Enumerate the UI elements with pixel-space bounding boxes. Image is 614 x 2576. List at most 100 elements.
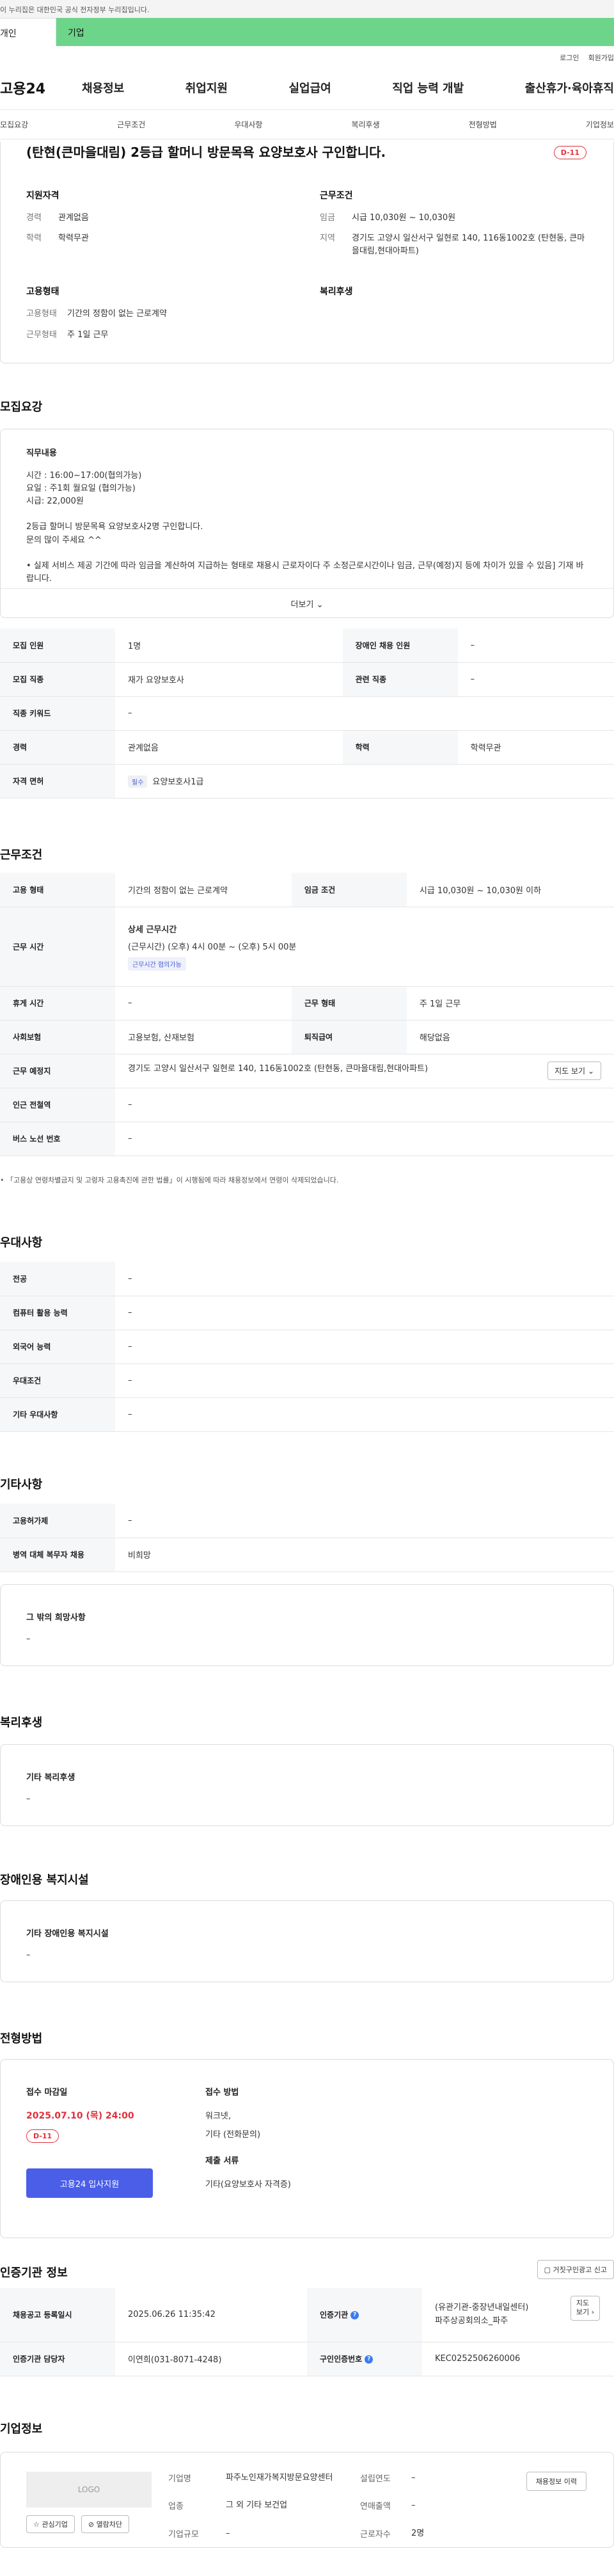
industry-value: 그 외 기타 보건업 [226,2500,288,2511]
gnb-item-unemployment-benefit[interactable]: 실업급여 [289,79,331,96]
recruit-table: 모집 인원 1명 장애인 채용 인원 – 모집 직종 재가 요양보호사 관련 직… [0,628,614,799]
duty-text: 시간 : 16:00~17:00(협의가능) 요일 : 주1회 월요일 (협의가… [26,470,588,585]
welfare-value: – [26,1794,31,1804]
license-value: 요양보호사1급 [152,777,204,787]
workplace-value: 경기도 고양시 일산서구 일현로 140, 116동1002호 (탄현동, 큰마… [128,1064,429,1074]
subnav-selection[interactable]: 전형방법 [469,119,497,130]
license-cell: 필수 요양보호사1급 [115,764,614,799]
work-type-value: 주 1일 근무 [67,330,109,340]
computer-skill-value: – [115,1296,614,1330]
company-section-title: 기업정보 [0,2422,43,2436]
audience-tabs: 개인 기업 [0,18,614,46]
site-logo[interactable]: 고용24 [0,77,70,98]
map-view-button[interactable]: 지도 보기 ⌄ [547,1061,601,1080]
table-row: 전공 – [0,1262,614,1296]
dday-badge: D-11 [553,146,586,159]
document-icon: ▢ [544,2266,553,2274]
table-row: 기타 우대사항 – [0,1397,614,1432]
work-permit-label: 고용허가제 [0,1504,115,1538]
table-row: 사회보험 고용보험, 산재보험 퇴직급여 해당없음 [0,1020,614,1054]
deadline-block: 접수 마감일 2025.07.10 (목) 24:00 D-11 고용24 입사… [26,2085,205,2238]
education-label: 학력 [26,234,42,244]
gnb-item-employment-support[interactable]: 취업지원 [185,79,228,96]
founded-label: 설립연도 [360,2474,391,2484]
career-label: 경력 [26,213,42,223]
chevron-right-icon: › [591,2308,594,2317]
method-line: 워크넷, [205,2111,232,2121]
area-value: 경기도 고양시 일산서구 일현로 140, 116동1002호 (탄현동, 큰마… [352,234,585,257]
subnav-recruit[interactable]: 모집요강 [0,119,28,130]
founded-value: – [411,2473,416,2483]
table-row: 외국어 능력 – [0,1330,614,1364]
table-row: 인근 전철역 – [0,1088,614,1122]
military-value: 비희망 [115,1538,614,1572]
cert-id-label-cell: 구인인증번호? [306,2342,422,2376]
chevron-down-icon: ⌄ [587,1067,594,1076]
headcount-label: 모집 인원 [0,628,115,663]
agency-map-button[interactable]: 지도 보기 › [570,2296,600,2321]
subnav-conditions[interactable]: 근무조건 [117,119,145,130]
table-row: 휴게 시간 – 근무 형태 주 1일 근무 [0,986,614,1021]
agency-map-label-2: 보기 [576,2308,590,2317]
map-view-label: 지도 보기 [555,1067,586,1076]
major-value: – [115,1262,614,1296]
subnav-preference[interactable]: 우대사항 [234,119,262,130]
gnb-item-parental-leave[interactable]: 출산휴가·육아휴직 [525,79,614,96]
report-false-ad-button[interactable]: ▢ 거짓구인광고 신고 [537,2260,614,2279]
wage-cond-label: 임금 조건 [291,873,407,907]
table-row: 경력 관계없음 학력 학력무관 [0,730,614,765]
company-card: LOGO ☆ 관심기업 ⊘ 열람차단 기업명 파주노인재가복지방문요양센터 설립연… [0,2452,614,2548]
employment-type-value: 기간의 정함이 없는 근로계약 [67,309,167,319]
qualification-title: 지원자격 [26,191,59,201]
gnb-menu: 채용정보 취업지원 실업급여 직업 능력 개발 출산휴가·육아휴직 [70,79,614,96]
login-link[interactable]: 로그인 [560,54,579,62]
age-note: • 「고용상 연령차별금지 및 고령자 고용촉진에 관한 법률」이 시행됨에 따… [0,1175,338,1185]
company-size-value: – [226,2528,230,2538]
extra-wish-title: 그 밖의 희망사항 [26,1613,86,1623]
keyword-value: – [115,696,614,731]
rest-value: – [115,986,292,1021]
disability-card: 기타 장애인용 복지시설 – [0,1900,614,1982]
agency-section-title: 인증기관 정보 [0,2266,68,2280]
tab-corporate-label: 기업 [68,28,84,38]
disability-sub-title: 기타 장애인용 복지시설 [26,1929,109,1939]
company-name-label: 기업명 [168,2474,191,2484]
deadline-value: 2025.07.10 (목) 24:00 [26,2111,134,2121]
gnb-item-jobs[interactable]: 채용정보 [82,79,124,96]
question-icon[interactable]: ? [365,2355,374,2364]
subnav-welfare[interactable]: 복리후생 [351,119,379,130]
preferred-cond-value: – [115,1364,614,1398]
welfare-block: 복리후생 [320,285,588,349]
apply-button[interactable]: 고용24 입사지원 [26,2168,153,2198]
table-row: 컴퓨터 활용 능력 – [0,1296,614,1330]
job-summary-card: (탄현(큰마을대림) 2등급 할머니 방문목욕 요양보호사 구인합니다. D-1… [0,142,614,363]
tab-individual[interactable]: 개인 [0,18,56,46]
duty-line: • 실제 서비스 제공 기간에 따라 임금을 계산하여 지급하는 형태로 채용시… [26,561,584,584]
dday-badge: D-11 [26,2129,59,2143]
employment-title: 고용형태 [26,287,59,298]
work-time-detail-title: 상세 근무시간 [128,925,177,935]
agency-table: 채용공고 등록일시 2025.06.26 11:35:42 인증기관? (유관기… [0,2288,614,2376]
required-badge: 필수 [128,775,148,788]
utility-links: 로그인 회원가입 [0,46,614,65]
block-company-button[interactable]: ⊘ 열람차단 [81,2515,130,2533]
license-label: 자격 면허 [0,764,115,799]
qualification-block: 지원자격 경력 관계없음 학력 학력무관 [26,189,294,266]
favorite-company-button[interactable]: ☆ 관심기업 [26,2515,75,2533]
duty-line: 문의 많이 주세요 ^^ [26,535,102,545]
question-icon[interactable]: ? [350,2311,359,2320]
others-table: 고용허가제 – 병역 대체 복무자 채용 비희망 [0,1504,614,1572]
disability-section-title: 장애인용 복지시설 [0,1873,89,1887]
work-time-detail: (근무시간) (오후) 4시 00분 ~ (오후) 5시 00분 [128,942,297,952]
more-button[interactable]: 더보기 ⌄ [1,588,613,617]
emp-type-label: 고용 형태 [0,873,115,907]
workplace-label: 근무 예정지 [0,1054,115,1088]
gnb-item-vocational-training[interactable]: 직업 능력 개발 [392,79,464,96]
signup-link[interactable]: 회원가입 [588,54,614,62]
job-history-button[interactable]: 채용정보 이력 [526,2472,586,2491]
subnav-company[interactable]: 기업정보 [586,119,614,130]
tab-corporate[interactable]: 기업 [56,18,614,46]
company-name-value: 파주노인재가복지방문요양센터 [226,2473,333,2483]
duty-line: 시급: 22,000원 [26,497,84,507]
staff-value: 2명 [411,2528,425,2538]
